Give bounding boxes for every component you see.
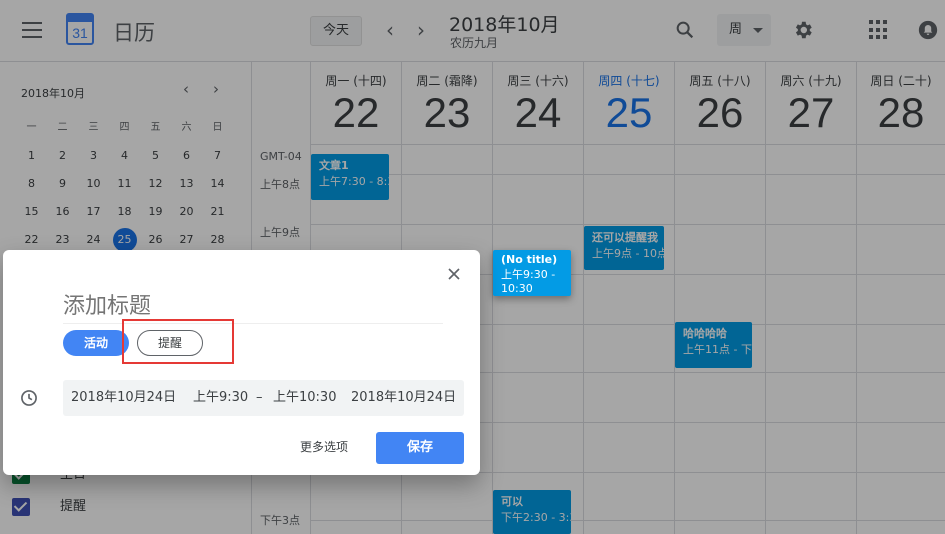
end-date-field[interactable]: 2018年10月24日 [351, 380, 456, 416]
tab-event[interactable]: 活动 [63, 330, 129, 356]
event-title-input[interactable] [63, 290, 443, 324]
quick-create-dialog: 活动 提醒 2018年10月24日 上午9:30 – 上午10:30 2018年… [3, 250, 480, 475]
annotation-highlight-box [122, 319, 234, 364]
close-icon[interactable] [444, 264, 464, 284]
more-options-button[interactable]: 更多选项 [300, 438, 348, 455]
time-range-dash: – [256, 390, 263, 405]
end-time-field[interactable]: 上午10:30 [273, 380, 336, 416]
save-button[interactable]: 保存 [376, 432, 464, 464]
start-date-field[interactable]: 2018年10月24日 [71, 380, 176, 416]
event-title: (No title) [501, 253, 558, 266]
clock-icon [21, 390, 37, 406]
event-time-row: 2018年10月24日 上午9:30 – 上午10:30 2018年10月24日 [63, 380, 464, 416]
start-time-field[interactable]: 上午9:30 [193, 380, 248, 416]
event-time: 上午9:30 - 10:30 [501, 268, 556, 295]
new-event-placeholder[interactable]: (No title) 上午9:30 - 10:30 [493, 250, 571, 296]
